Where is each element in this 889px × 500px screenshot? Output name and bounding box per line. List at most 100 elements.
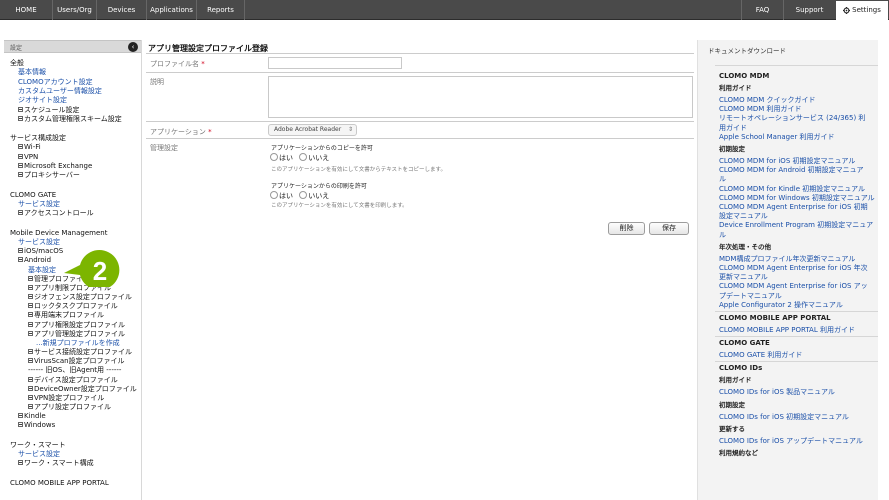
expand-icon	[28, 330, 33, 336]
expand-icon	[28, 385, 33, 391]
doc-heading: CLOMO IDs	[719, 364, 763, 373]
doc-link[interactable]: CLOMO IDs for iOS 初期設定マニュアル	[719, 413, 849, 422]
nav-users-org[interactable]: Users/Org	[53, 0, 97, 20]
description-textarea[interactable]	[268, 76, 693, 118]
sidebar-item[interactable]: ロックタスクプロファイル	[28, 302, 118, 311]
sidebar-item[interactable]: 基本情報	[18, 68, 46, 77]
application-label: アプリケーション *	[150, 128, 212, 136]
save-button[interactable]: 保存	[649, 222, 689, 235]
sidebar-item[interactable]: 基本設定	[28, 266, 56, 275]
sidebar-item[interactable]: VirusScan設定プロファイル	[28, 357, 125, 366]
sidebar-item[interactable]: CLOMOアカウント設定	[18, 78, 93, 87]
sidebar-item[interactable]: アプリ権限設定プロファイル	[28, 321, 125, 330]
step-badge-number: 2	[93, 256, 107, 286]
doc-link[interactable]: 設定マニュアル	[719, 212, 768, 221]
doc-link[interactable]: Device Enrollment Program 初期設定マニュア	[719, 221, 873, 230]
sidebar-item[interactable]: アクセスコントロール	[18, 209, 94, 218]
sidebar-item[interactable]: VPN設定プロファイル	[28, 394, 104, 403]
doc-link[interactable]: CLOMO MDM Agent Enterprise for iOS 年次	[719, 264, 868, 273]
sidebar-item[interactable]: Microsoft Exchange	[18, 162, 92, 171]
sidebar-item[interactable]: Windows	[18, 421, 55, 430]
expand-icon	[28, 403, 33, 409]
sidebar-item[interactable]: プロキシサーバー	[18, 171, 80, 180]
profile-name-input[interactable]	[268, 57, 402, 69]
description-label: 説明	[150, 78, 164, 86]
sidebar-item[interactable]: カスタム管理権限スキーム設定	[18, 115, 122, 124]
expand-icon	[28, 275, 33, 281]
nav-faq[interactable]: FAQ	[741, 0, 783, 20]
doc-link[interactable]: 用ガイド	[719, 124, 747, 133]
doc-link[interactable]: CLOMO GATE 利用ガイド	[719, 351, 802, 360]
doc-link[interactable]: CLOMO MOBILE APP PORTAL 利用ガイド	[719, 326, 855, 335]
sidebar-item[interactable]: DeviceOwner設定プロファイル	[28, 385, 137, 394]
collapse-sidebar-button[interactable]: ‹	[128, 42, 138, 52]
nav-devices[interactable]: Devices	[97, 0, 147, 20]
sidebar-item[interactable]: アプリ管理設定プロファイル	[28, 330, 125, 339]
sidebar-item[interactable]: アプリ設定プロファイル	[28, 403, 111, 412]
doc-heading: 初期設定	[719, 400, 745, 409]
sidebar-item[interactable]: ワーク・スマート構成	[18, 459, 94, 468]
sidebar-item-label: ワーク・スマート構成	[24, 459, 94, 468]
divider	[715, 311, 878, 312]
nav-reports[interactable]: Reports	[197, 0, 245, 20]
sidebar-item-label: サービス接続設定プロファイル	[34, 348, 132, 357]
doc-link[interactable]: CLOMO IDs for iOS アップデートマニュアル	[719, 437, 863, 446]
doc-link[interactable]: プデートマニュアル	[719, 292, 782, 301]
sidebar-item[interactable]: iOS/macOS	[18, 247, 63, 256]
sidebar-item-label: VPN設定プロファイル	[34, 393, 105, 402]
select-arrows-icon: ⇕	[347, 126, 353, 133]
doc-link[interactable]: リモートオペレーションサービス (24/365) 利	[719, 114, 865, 123]
doc-link[interactable]: CLOMO MDM for Android 初期設定マニュア	[719, 166, 864, 175]
doc-link[interactable]: ル	[719, 231, 726, 240]
sidebar-item[interactable]: デバイス設定プロファイル	[28, 376, 118, 385]
doc-link[interactable]: CLOMO MDM Agent Enterprise for iOS アッ	[719, 282, 868, 291]
doc-link[interactable]: 更新マニュアル	[719, 273, 768, 282]
sidebar-item[interactable]: Android	[18, 256, 51, 265]
doc-link[interactable]: CLOMO MDM for iOS 初期設定マニュアル	[719, 157, 855, 166]
doc-link[interactable]: CLOMO MDM for Windows 初期設定マニュアル	[719, 194, 875, 203]
doc-link[interactable]: ル	[719, 175, 726, 184]
doc-link[interactable]: CLOMO MDM for Kindle 初期設定マニュアル	[719, 185, 865, 194]
sidebar-item[interactable]: ...新規プロファイルを作成	[36, 339, 120, 348]
application-select[interactable]: Adobe Acrobat Reader ⇕	[268, 124, 357, 136]
sidebar-item: サービス構成設定	[10, 134, 66, 143]
nav-home[interactable]: HOME	[0, 0, 53, 20]
nav-settings[interactable]: Settings	[836, 1, 888, 20]
sidebar-item[interactable]: サービス設定	[18, 200, 60, 209]
doc-link[interactable]: CLOMO MDM Agent Enterprise for iOS 初期	[719, 203, 868, 212]
copy-no-radio[interactable]: いいえ	[299, 153, 329, 162]
sidebar-item: Mobile Device Management	[10, 229, 107, 238]
copy-yes-radio[interactable]: はい	[270, 153, 293, 162]
doc-link[interactable]: MDM構成プロファイル年次更新マニュアル	[719, 255, 855, 264]
doc-link[interactable]: CLOMO IDs for iOS 製品マニュアル	[719, 388, 835, 397]
sidebar-item-label: Kindle	[24, 412, 46, 421]
delete-button[interactable]: 削除	[608, 222, 645, 235]
sidebar-item-label: サービス構成設定	[10, 134, 66, 143]
doc-link[interactable]: CLOMO MDM 利用ガイド	[719, 105, 802, 114]
sidebar-item[interactable]: VPN	[18, 153, 38, 162]
sidebar-item[interactable]: Kindle	[18, 412, 46, 421]
sidebar-item[interactable]: スケジュール設定	[18, 106, 80, 115]
sidebar-item: CLOMO GATE	[10, 191, 56, 200]
divider	[715, 361, 878, 363]
sidebar-item[interactable]: ジオサイト設定	[18, 96, 67, 105]
sidebar-item[interactable]: 専用端末プロファイル	[28, 311, 104, 320]
expand-icon	[28, 349, 33, 355]
sidebar-item[interactable]: サービス設定	[18, 238, 60, 247]
print-yes-radio[interactable]: はい	[270, 191, 293, 200]
print-no-radio[interactable]: いいえ	[299, 191, 329, 200]
doc-link[interactable]: Apple School Manager 利用ガイド	[719, 133, 835, 142]
sidebar-item[interactable]: カスタムユーザー情報設定	[18, 87, 102, 96]
sidebar-item[interactable]: ジオフェンス設定プロファイル	[28, 293, 132, 302]
expand-icon	[18, 115, 23, 121]
sidebar-item[interactable]: サービス接続設定プロファイル	[28, 348, 132, 357]
sidebar-item[interactable]: サービス設定	[18, 450, 60, 459]
sidebar-item-label: ジオフェンス設定プロファイル	[34, 293, 132, 302]
sidebar-item-label: アプリ設定プロファイル	[34, 402, 111, 411]
doc-link[interactable]: CLOMO MDM クイックガイド	[719, 96, 816, 105]
sidebar-item[interactable]: Wi-Fi	[18, 143, 41, 152]
nav-applications[interactable]: Applications	[147, 0, 197, 20]
nav-support[interactable]: Support	[783, 0, 835, 20]
doc-link[interactable]: Apple Configurator 2 操作マニュアル	[719, 301, 843, 310]
doc-heading: CLOMO GATE	[719, 339, 770, 348]
